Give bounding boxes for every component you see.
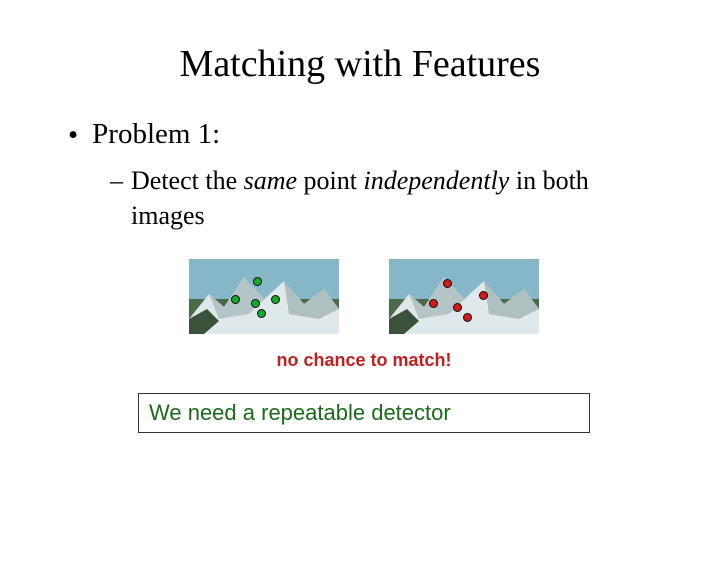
mountain-image-right — [389, 259, 539, 334]
feature-point-icon — [443, 279, 452, 288]
bullet-level2: – Detect the same point independently in… — [68, 163, 660, 233]
feature-point-icon — [257, 309, 266, 318]
feature-point-icon — [479, 291, 488, 300]
feature-point-icon — [253, 277, 262, 286]
mountain-right-svg — [389, 259, 539, 334]
image-pair-row — [68, 259, 660, 334]
bullet-level1: • Problem 1: — [68, 118, 660, 153]
mountain-left-svg — [189, 259, 339, 334]
b2-indep: independently — [364, 166, 510, 195]
b2-mid: point — [297, 166, 363, 195]
bullet-dot-icon: • — [68, 118, 78, 153]
feature-point-icon — [429, 299, 438, 308]
b2-same: same — [244, 166, 297, 195]
feature-point-icon — [251, 299, 260, 308]
slide: Matching with Features • Problem 1: – De… — [0, 42, 720, 582]
feature-point-icon — [453, 303, 462, 312]
mountain-image-left — [189, 259, 339, 334]
slide-content: • Problem 1: – Detect the same point ind… — [0, 118, 720, 433]
bullet1-text: Problem 1: — [92, 118, 220, 151]
feature-point-icon — [231, 295, 240, 304]
feature-point-icon — [271, 295, 280, 304]
bullet-dash-icon: – — [110, 163, 123, 198]
conclusion-box: We need a repeatable detector — [138, 393, 590, 433]
feature-point-icon — [463, 313, 472, 322]
slide-title: Matching with Features — [0, 42, 720, 86]
b2-pre: Detect the — [131, 166, 244, 195]
caption-warning: no chance to match! — [68, 350, 660, 371]
bullet2-text: Detect the same point independently in b… — [131, 163, 660, 233]
